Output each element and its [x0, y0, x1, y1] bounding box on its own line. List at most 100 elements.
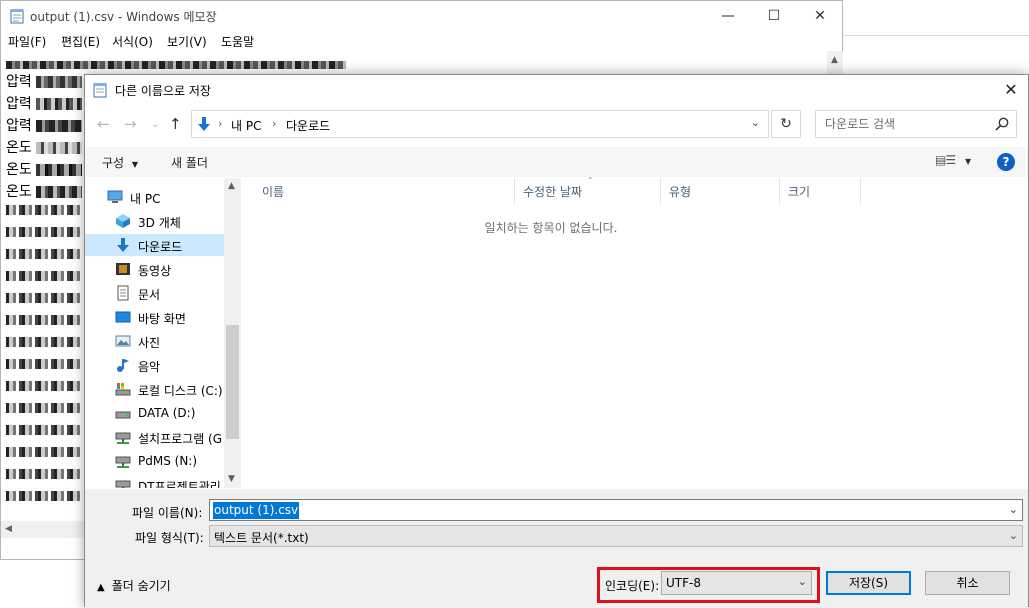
save-form: 파일 이름(N): output (1).csv ⌄ 파일 형식(T): 텍스트…: [85, 489, 1028, 608]
tree-item[interactable]: 다운로드: [85, 234, 225, 256]
chevron-down-icon[interactable]: ⌄: [1009, 529, 1018, 542]
tree-item[interactable]: 동영상: [85, 258, 225, 280]
column-label: 이름: [262, 185, 285, 199]
command-toolbar: 구성 ▼ 새 폴더 ▤☰ ▼ ?: [85, 147, 1028, 177]
caret-down-icon: ▼: [131, 160, 139, 169]
notepad-close-icon[interactable]: ✕: [797, 1, 843, 31]
hide-folders-label: 폴더 숨기기: [111, 579, 171, 593]
tree-item-label: 문서: [138, 288, 161, 302]
column-divider[interactable]: [860, 178, 861, 204]
notepad-titlebar: output (1).csv - Windows 메모장 — ☐ ✕: [1, 1, 842, 31]
breadcrumb-separator: ›: [218, 117, 223, 130]
chevron-down-icon[interactable]: ⌄: [751, 116, 760, 129]
tree-item[interactable]: PdMS (N:): [85, 450, 225, 472]
notepad-app-icon: [93, 83, 107, 98]
encoding-select[interactable]: UTF-8 ⌄: [661, 571, 812, 595]
text-line: 온도: [6, 159, 83, 179]
chevron-down-icon[interactable]: ⌄: [1009, 503, 1018, 516]
save-button[interactable]: 저장(S): [826, 571, 911, 595]
tree-item-label: PdMS (N:): [138, 454, 198, 468]
search-icon[interactable]: [994, 116, 1010, 132]
organize-button[interactable]: 구성 ▼: [102, 154, 138, 171]
system-drive-icon: [115, 383, 131, 396]
tree-item[interactable]: 문서: [85, 282, 225, 304]
text-line: 온도: [6, 137, 83, 157]
menu-help[interactable]: 도움말: [221, 33, 254, 50]
line-prefix: 압력: [6, 74, 32, 90]
navigation-pane-scrollbar[interactable]: ▲ ▼: [224, 178, 241, 488]
notepad-app-icon: [10, 9, 24, 24]
dialog-titlebar: 다른 이름으로 저장 ✕: [85, 75, 1028, 105]
column-label: 수정한 날짜: [523, 185, 583, 199]
up-arrow-icon[interactable]: ↑: [169, 115, 182, 133]
scroll-up-arrow-icon[interactable]: ▲: [831, 55, 838, 65]
column-header-name[interactable]: 이름: [254, 178, 511, 204]
view-options-button[interactable]: ▤☰ ▼: [935, 153, 971, 167]
text-line: 압력: [6, 71, 83, 91]
tree-item[interactable]: 음악: [85, 354, 225, 376]
filename-input[interactable]: output (1).csv ⌄: [209, 499, 1023, 521]
pixelated-text-block: [6, 201, 82, 501]
maximize-icon[interactable]: ☐: [751, 1, 797, 31]
tree-item[interactable]: 설치프로그램 (G: [85, 426, 225, 448]
tree-item[interactable]: DT프로젝트관리: [85, 474, 225, 488]
column-header-type[interactable]: 유형: [661, 178, 779, 204]
empty-folder-message: 일치하는 항목이 없습니다.: [484, 221, 618, 235]
filename-label: 파일 이름(N):: [132, 506, 203, 520]
new-folder-button[interactable]: 새 폴더: [171, 154, 208, 171]
tree-item[interactable]: 사진: [85, 330, 225, 352]
desktop-icon: [115, 311, 131, 323]
breadcrumb-downloads[interactable]: 다운로드: [286, 117, 330, 134]
minimize-icon[interactable]: —: [705, 1, 751, 31]
tree-item[interactable]: 로컬 디스크 (C:): [85, 378, 225, 400]
tree-item[interactable]: 내 PC: [85, 186, 225, 208]
background-window-strip: [843, 0, 1029, 36]
scroll-up-arrow-icon[interactable]: ▲: [228, 181, 235, 191]
cancel-button[interactable]: 취소: [925, 571, 1010, 595]
recent-locations-icon[interactable]: ⌄: [151, 119, 159, 130]
tree-item-label: 설치프로그램 (G: [138, 432, 223, 446]
network-drive-icon: [115, 456, 131, 468]
picture-icon: [115, 335, 131, 347]
sort-caret-icon: ⌃: [587, 176, 594, 185]
encoding-label: 인코딩(E):: [605, 579, 660, 593]
chevron-down-icon[interactable]: ⌄: [798, 575, 807, 588]
details-view-icon: ▤☰: [935, 153, 956, 167]
search-box[interactable]: [815, 110, 1017, 138]
scroll-down-arrow-icon[interactable]: ▼: [228, 474, 235, 484]
scrollbar-thumb[interactable]: [226, 325, 239, 439]
tree-item[interactable]: 바탕 화면: [85, 306, 225, 328]
filetype-select[interactable]: 텍스트 문서(*.txt) ⌄: [209, 525, 1023, 547]
address-bar[interactable]: › 내 PC › 다운로드 ⌄: [191, 110, 769, 138]
refresh-button[interactable]: ↻: [771, 110, 801, 138]
encoding-value: UTF-8: [666, 576, 701, 590]
menu-view[interactable]: 보기(V): [167, 33, 207, 50]
navigation-pane[interactable]: 내 PC 3D 개체 다운로드동영상문서바탕 화면사진음악 로컬 디스크 (C:) DA…: [85, 178, 241, 488]
drive-icon: [115, 411, 131, 419]
tree-item-label: 사진: [138, 336, 161, 350]
line-prefix: 온도: [6, 140, 32, 156]
forward-arrow-icon[interactable]: →: [124, 115, 137, 133]
menu-format[interactable]: 서식(O): [112, 33, 153, 50]
text-line: 압력: [6, 93, 83, 113]
file-list[interactable]: 이름 수정한 날짜 ⌃ 유형 크기 일치하는 항목이 없습니다.: [241, 176, 1028, 488]
tree-item[interactable]: DATA (D:): [85, 402, 225, 424]
menu-file[interactable]: 파일(F): [8, 33, 46, 50]
line-prefix: 압력: [6, 118, 32, 134]
menu-edit[interactable]: 편집(E): [61, 33, 100, 50]
column-header-size[interactable]: 크기: [780, 178, 860, 204]
breadcrumb-separator: ›: [272, 117, 277, 130]
line-prefix: 온도: [6, 162, 32, 178]
notepad-title: output (1).csv - Windows 메모장: [30, 10, 217, 24]
tree-item[interactable]: 3D 개체: [85, 210, 225, 232]
tree-item-label: 동영상: [138, 264, 172, 278]
help-icon[interactable]: ?: [997, 153, 1015, 171]
dialog-close-icon[interactable]: ✕: [994, 75, 1028, 105]
breadcrumb-this-pc[interactable]: 내 PC: [231, 117, 261, 134]
filename-selected-text[interactable]: output (1).csv: [213, 502, 300, 519]
line-prefix: 압력: [6, 96, 32, 112]
search-input[interactable]: [816, 111, 986, 137]
hide-folders-button[interactable]: ▲ 폴더 숨기기: [97, 577, 171, 594]
back-arrow-icon[interactable]: ←: [97, 115, 110, 133]
scroll-left-arrow-icon[interactable]: ◀: [5, 524, 12, 534]
